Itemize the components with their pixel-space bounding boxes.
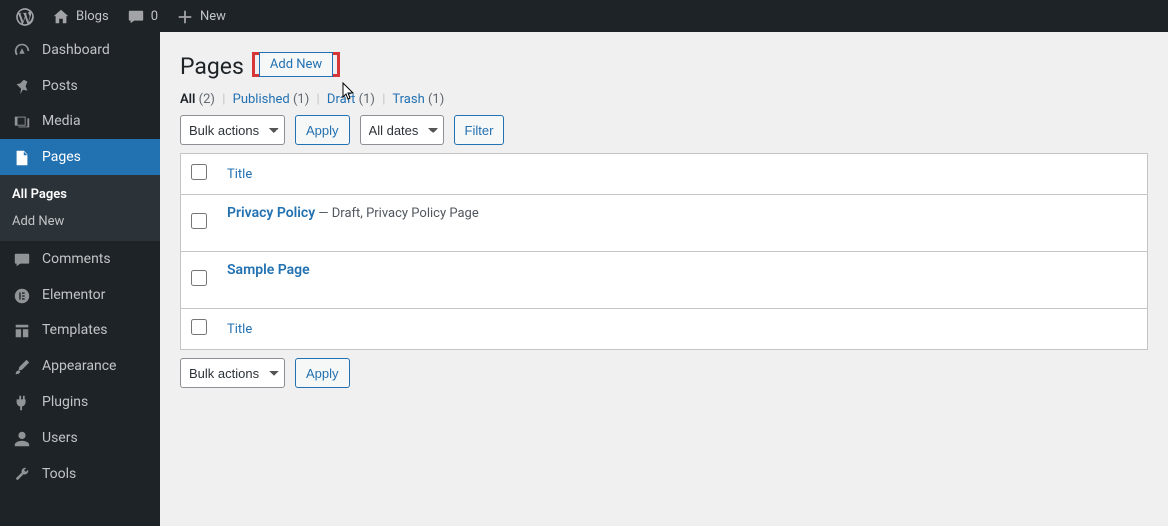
pin-icon xyxy=(12,76,32,96)
row-title-link[interactable]: Sample Page xyxy=(227,262,310,278)
sidebar-label: Media xyxy=(42,113,81,129)
bulk-actions-select[interactable]: Bulk actions xyxy=(180,115,285,145)
table-nav-top: Bulk actions Apply All dates Filter xyxy=(180,115,1148,145)
status-filter-links: All (2) | Published (1) | Draft (1) | Tr… xyxy=(180,92,1148,107)
comment-icon xyxy=(12,249,32,269)
row-checkbox[interactable] xyxy=(191,213,207,229)
comments-count: 0 xyxy=(151,9,158,24)
home-icon xyxy=(52,6,70,26)
cursor-icon xyxy=(342,82,358,106)
apply-button-top[interactable]: Apply xyxy=(295,115,350,145)
media-icon xyxy=(12,112,32,132)
page-icon xyxy=(12,147,32,167)
select-all-bottom[interactable] xyxy=(191,319,207,335)
sidebar-label: Elementor xyxy=(42,287,105,303)
wp-logo[interactable] xyxy=(8,0,42,32)
table-row: Privacy Policy — Draft, Privacy Policy P… xyxy=(181,195,1148,252)
page-title: Pages xyxy=(180,44,244,84)
sidebar-label: Dashboard xyxy=(42,42,110,58)
comment-icon xyxy=(127,6,145,26)
sidebar-item-media[interactable]: Media xyxy=(0,104,160,140)
sidebar-item-users[interactable]: Users xyxy=(0,420,160,456)
plug-icon xyxy=(12,392,32,412)
sidebar-label: Comments xyxy=(42,251,111,267)
filter-published[interactable]: Published (1) xyxy=(233,92,310,107)
sidebar-item-dashboard[interactable]: Dashboard xyxy=(0,32,160,68)
sidebar-item-comments[interactable]: Comments xyxy=(0,241,160,277)
site-home-link[interactable]: Blogs xyxy=(44,0,117,32)
highlight-box: Add New xyxy=(252,52,340,77)
select-all-top[interactable] xyxy=(191,164,207,180)
sidebar-item-pages[interactable]: Pages xyxy=(0,139,160,175)
bulk-actions-select-bottom[interactable]: Bulk actions xyxy=(180,358,285,388)
sidebar-item-plugins[interactable]: Plugins xyxy=(0,384,160,420)
main-content: Pages Add New All (2) | Published (1) | … xyxy=(160,32,1168,526)
sidebar-label: Plugins xyxy=(42,394,88,410)
brush-icon xyxy=(12,356,32,376)
row-title-link[interactable]: Privacy Policy xyxy=(227,205,315,221)
table-row: Sample Page xyxy=(181,252,1148,309)
sidebar-item-tools[interactable]: Tools xyxy=(0,456,160,492)
sidebar-item-appearance[interactable]: Appearance xyxy=(0,348,160,384)
sidebar-label: Templates xyxy=(42,322,108,338)
sidebar-submenu-pages: All Pages Add New xyxy=(0,175,160,241)
admin-sidebar: Dashboard Posts Media Pages All Pages Ad… xyxy=(0,32,160,526)
table-nav-bottom: Bulk actions Apply xyxy=(180,358,1148,388)
row-checkbox[interactable] xyxy=(191,270,207,286)
filter-button[interactable]: Filter xyxy=(454,115,505,145)
new-label: New xyxy=(200,9,226,24)
sidebar-label: Pages xyxy=(42,149,81,165)
admin-top-bar: Blogs 0 New xyxy=(0,0,1168,32)
date-filter-select[interactable]: All dates xyxy=(360,115,444,145)
wordpress-icon xyxy=(16,6,34,26)
sidebar-item-posts[interactable]: Posts xyxy=(0,68,160,104)
user-icon xyxy=(12,428,32,448)
add-new-button[interactable]: Add New xyxy=(259,52,333,77)
sidebar-label: Users xyxy=(42,430,78,446)
site-name: Blogs xyxy=(76,9,109,24)
submenu-all-pages[interactable]: All Pages xyxy=(0,181,160,208)
submenu-add-new[interactable]: Add New xyxy=(0,208,160,235)
sidebar-label: Appearance xyxy=(42,358,116,374)
column-title-footer[interactable]: Title xyxy=(227,322,252,337)
sidebar-item-elementor[interactable]: Elementor xyxy=(0,277,160,313)
filter-trash[interactable]: Trash (1) xyxy=(392,92,444,107)
new-content-link[interactable]: New xyxy=(168,0,234,32)
templates-icon xyxy=(12,321,32,341)
filter-all[interactable]: All (2) xyxy=(180,92,215,107)
apply-button-bottom[interactable]: Apply xyxy=(295,358,350,388)
sidebar-label: Posts xyxy=(42,78,78,94)
wrench-icon xyxy=(12,464,32,484)
elementor-icon xyxy=(12,285,32,305)
row-state: — Draft, Privacy Policy Page xyxy=(315,206,479,221)
dashboard-icon xyxy=(12,40,32,60)
plus-icon xyxy=(176,6,194,26)
pages-table: Title Privacy Policy — Draft, Privacy Po… xyxy=(180,153,1148,350)
comments-link[interactable]: 0 xyxy=(119,0,166,32)
sidebar-label: Tools xyxy=(42,466,76,482)
column-title-header[interactable]: Title xyxy=(227,167,252,182)
sidebar-item-templates[interactable]: Templates xyxy=(0,313,160,349)
